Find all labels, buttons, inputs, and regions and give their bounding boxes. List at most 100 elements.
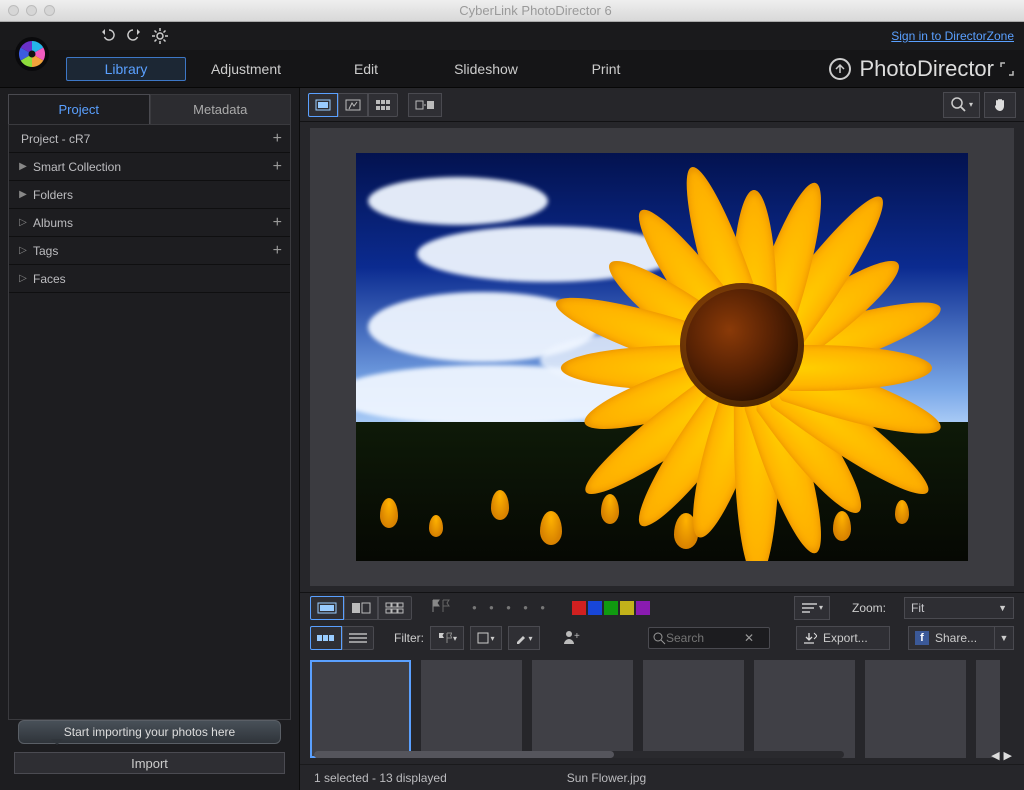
chevron-icon[interactable]: ▶ [17,189,29,200]
thumbnail[interactable] [532,660,633,758]
filmstrip-scrollbar[interactable] [314,751,844,758]
tree-item[interactable]: ▶ Smart Collection + [9,153,290,181]
thumbnail[interactable] [754,660,855,758]
share-menu-chevron-icon[interactable]: ▼ [994,626,1014,650]
selection-status: 1 selected - 13 displayed [314,771,447,785]
search-field[interactable] [666,631,744,645]
upload-circle-icon[interactable] [829,58,851,80]
quick-toolbar: Sign in to DirectorZone [0,22,1024,50]
chevron-icon[interactable]: ▶ [17,161,29,172]
mac-titlebar: CyberLink PhotoDirector 6 [0,0,1024,22]
color-swatch[interactable] [572,601,586,615]
tree-item[interactable]: ▷ Albums + [9,209,290,237]
chevron-icon[interactable]: ▷ [17,217,29,228]
filter-flags-icon[interactable]: ▾ [430,626,464,650]
filter-label: Filter: [394,631,424,645]
filter-label-color-icon[interactable]: ▾ [470,626,502,650]
svg-text:+: + [574,631,580,642]
thumbnail[interactable] [310,660,411,758]
clear-search-icon[interactable]: ✕ [744,631,754,645]
filter-edited-icon[interactable]: ▾ [508,626,540,650]
plus-icon[interactable]: + [273,158,282,176]
next-icon[interactable]: ▶ [1004,749,1012,762]
project-root[interactable]: Project - cR7 + [9,125,290,153]
traffic-lights[interactable] [8,5,55,16]
zoom-window-icon[interactable] [44,5,55,16]
filmstrip-toolbar-1: ● ● ● ● ● ▾ Zoom: Fit▼ [300,592,1024,622]
current-filename: Sun Flower.jpg [567,771,646,785]
prev-icon[interactable]: ◀ [991,749,999,762]
color-swatch[interactable] [604,601,618,615]
color-labels[interactable] [572,601,650,615]
signin-link[interactable]: Sign in to DirectorZone [891,29,1014,43]
tree-label: Albums [33,216,273,230]
import-button[interactable]: Import [14,752,285,774]
facebook-icon: f [915,631,929,645]
brand-label: PhotoDirector [829,56,994,82]
zoom-tool-icon[interactable]: ▾ [943,92,980,118]
project-tree: Project - cR7 + ▶ Smart Collection +▶ Fo… [8,124,291,720]
tab-edit[interactable]: Edit [306,57,426,81]
zoom-select[interactable]: Fit▼ [904,597,1014,619]
face-tag-icon[interactable]: + [562,629,580,648]
tree-item[interactable]: ▶ Folders [9,181,290,209]
tree-label: Faces [33,272,282,286]
tab-adjustment[interactable]: Adjustment [186,57,306,81]
color-swatch[interactable] [636,601,650,615]
zoom-label: Zoom: [852,601,886,615]
hand-pan-icon[interactable] [984,92,1016,118]
filmstrip-toolbar-2: Filter: ▾ ▾ ▾ + ✕ Export... f Share... [300,622,1024,654]
thumb-list-icon[interactable] [342,626,374,650]
thumbnail[interactable] [976,660,1000,758]
chevron-icon[interactable]: ▷ [17,245,29,256]
settings-gear-icon[interactable] [152,28,168,44]
photo-preview[interactable] [310,128,1014,586]
view-grid-icon[interactable] [368,93,398,117]
import-callout: Start importing your photos here [18,720,281,744]
layout-single-icon[interactable] [310,596,344,620]
app-title: CyberLink PhotoDirector 6 [55,3,1016,18]
tree-label: Smart Collection [33,160,273,174]
plus-icon[interactable]: + [273,214,282,232]
app-logo-icon [14,36,50,72]
filmstrip[interactable] [300,654,1024,764]
main-tabbar: Library Adjustment Edit Slideshow Print … [0,50,1024,88]
close-window-icon[interactable] [8,5,19,16]
search-input[interactable]: ✕ [648,627,770,649]
tab-print[interactable]: Print [546,57,666,81]
thumbnail[interactable] [421,660,522,758]
export-button[interactable]: Export... [796,626,890,650]
plus-icon[interactable]: + [273,242,282,260]
chevron-icon[interactable]: ▷ [17,273,29,284]
tab-slideshow[interactable]: Slideshow [426,57,546,81]
sidebar: Project Metadata Project - cR7 + ▶ Smart… [0,88,300,790]
view-single-icon[interactable] [308,93,338,117]
sort-menu-icon[interactable]: ▾ [794,596,830,620]
redo-icon[interactable] [126,28,142,44]
undo-icon[interactable] [100,28,116,44]
tree-label: Tags [33,244,273,258]
mirror-view-icon[interactable] [408,93,442,117]
tree-item[interactable]: ▷ Faces [9,265,290,293]
sidebar-tab-metadata[interactable]: Metadata [150,94,292,124]
photo-content [356,153,968,561]
thumbnail[interactable] [865,660,966,758]
layout-grid-icon[interactable] [378,596,412,620]
share-button[interactable]: f Share... [908,626,994,650]
sidebar-tab-project[interactable]: Project [8,94,150,124]
view-compare-icon[interactable] [338,93,368,117]
plus-icon[interactable]: + [273,130,282,148]
thumb-size-large-icon[interactable] [310,626,342,650]
minimize-window-icon[interactable] [26,5,37,16]
layout-split-icon[interactable] [344,596,378,620]
thumbnail[interactable] [643,660,744,758]
fullscreen-icon[interactable] [1000,62,1014,76]
content-panel: ▾ [300,88,1024,790]
flag-group-icon[interactable] [430,598,452,617]
color-swatch[interactable] [620,601,634,615]
tree-label: Folders [33,188,282,202]
rating-stars[interactable]: ● ● ● ● ● [472,603,550,612]
color-swatch[interactable] [588,601,602,615]
tree-item[interactable]: ▷ Tags + [9,237,290,265]
tab-library[interactable]: Library [66,57,186,81]
